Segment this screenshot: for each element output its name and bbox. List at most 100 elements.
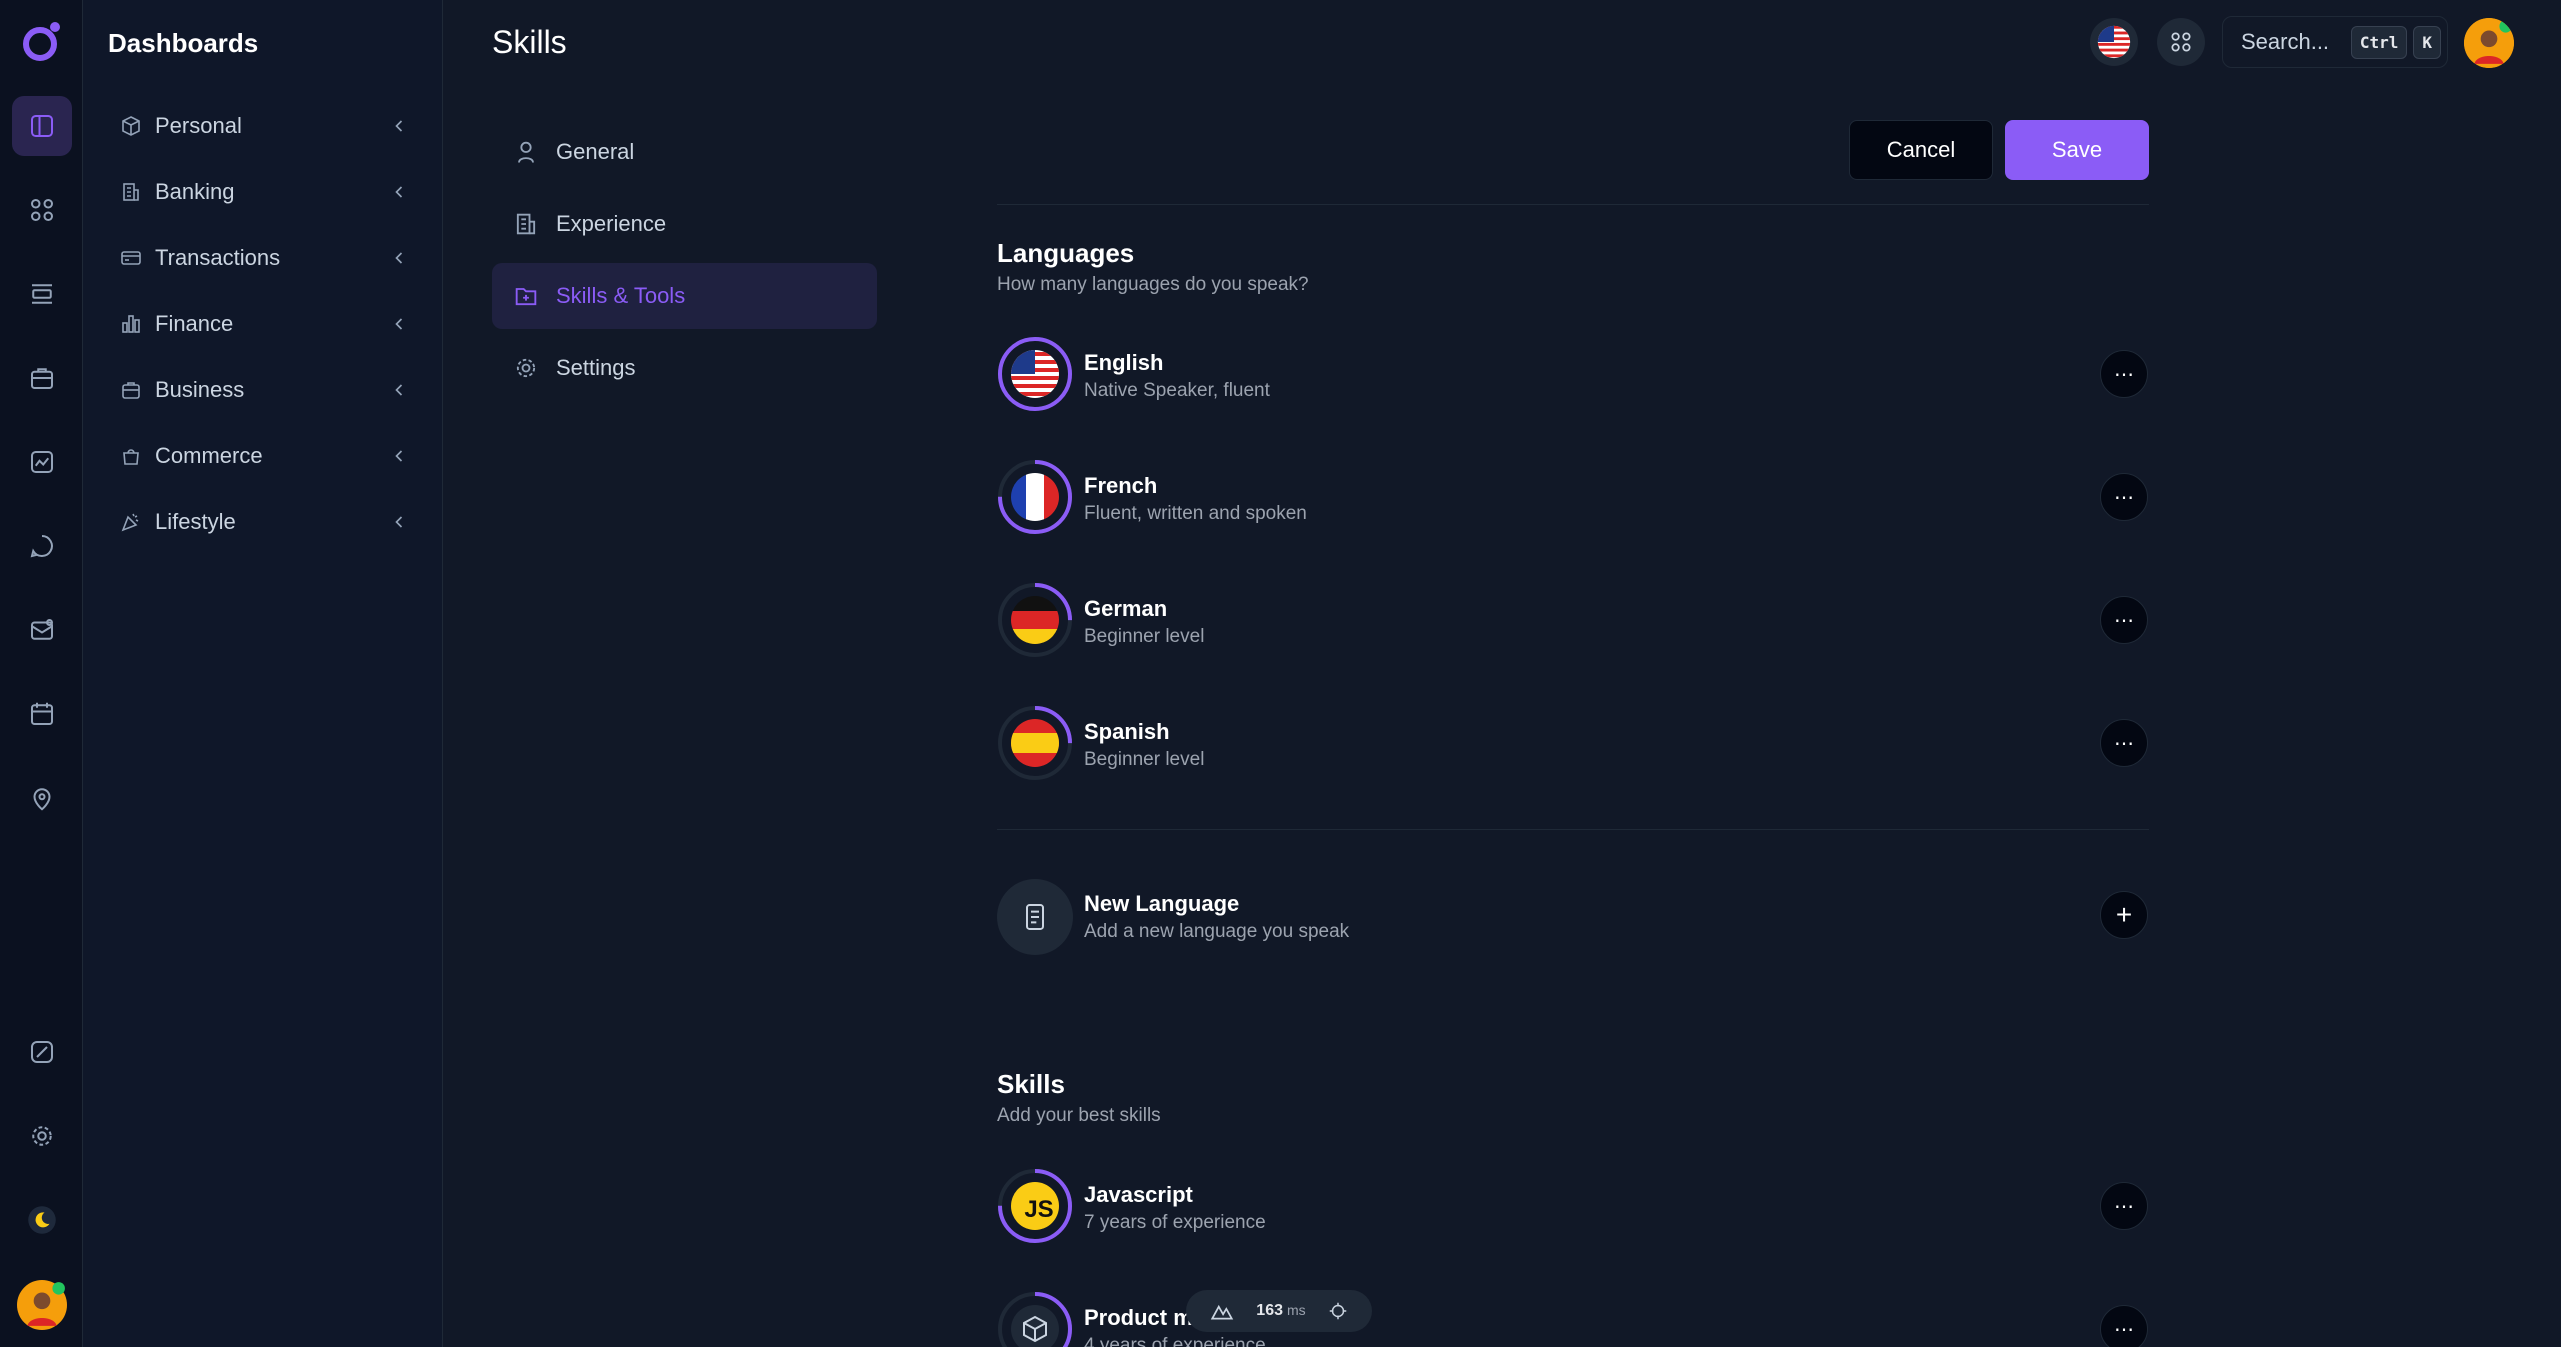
moon-icon[interactable] bbox=[12, 1190, 72, 1250]
language-row-french: French Fluent, written and spoken ⋯ bbox=[997, 459, 2149, 539]
chat-icon[interactable] bbox=[12, 516, 72, 576]
icon-rail bbox=[0, 0, 83, 1347]
skill-name: Product m bbox=[1084, 1305, 1193, 1330]
avatar[interactable] bbox=[2464, 18, 2514, 68]
divider bbox=[997, 829, 2149, 830]
more-options-button[interactable]: ⋯ bbox=[2100, 1305, 2148, 1347]
avatar[interactable] bbox=[12, 1275, 72, 1335]
search-input[interactable]: Search... Ctrl K bbox=[2222, 16, 2448, 68]
grid-icon[interactable] bbox=[12, 180, 72, 240]
devtools-badge[interactable]: 163 ms bbox=[1186, 1290, 1372, 1332]
language-name: German bbox=[1084, 596, 1168, 621]
sidebar-item-finance[interactable]: Finance bbox=[119, 299, 409, 349]
es-flag-icon bbox=[1011, 719, 1059, 767]
language-desc: Beginner level bbox=[1084, 626, 1205, 647]
progress-ring bbox=[997, 336, 1073, 412]
sidebar-item-business[interactable]: Business bbox=[119, 365, 409, 415]
language-name: Spanish bbox=[1084, 719, 1170, 744]
sidebar-item-transactions[interactable]: Transactions bbox=[119, 233, 409, 283]
sidebar-item-label: Business bbox=[155, 377, 245, 402]
more-options-button[interactable]: ⋯ bbox=[2100, 350, 2148, 398]
more-options-button[interactable]: ⋯ bbox=[2100, 596, 2148, 644]
basket-icon bbox=[123, 449, 139, 465]
crosshair-icon bbox=[1329, 1302, 1347, 1320]
briefcase-icon bbox=[122, 382, 140, 399]
analytics-icon[interactable] bbox=[12, 432, 72, 492]
page-title: Skills bbox=[492, 24, 567, 60]
languages-subtitle: How many languages do you speak? bbox=[997, 274, 1309, 295]
new-language-name: New Language bbox=[1084, 891, 1240, 916]
kbd-ctrl: Ctrl bbox=[2350, 25, 2408, 59]
languages-title: Languages bbox=[997, 238, 1135, 268]
gear-icon bbox=[516, 358, 536, 378]
chevron-left-icon bbox=[395, 384, 403, 396]
user-icon bbox=[518, 141, 534, 163]
sidebar-item-personal[interactable]: Personal bbox=[119, 101, 409, 151]
mail-icon[interactable] bbox=[12, 600, 72, 660]
building-icon bbox=[123, 183, 139, 201]
skill-row-product: Product m 4 years of experience ⋯ bbox=[997, 1291, 2149, 1347]
briefcase-icon[interactable] bbox=[12, 348, 72, 408]
brush-icon[interactable] bbox=[12, 1022, 72, 1082]
nav-experience[interactable]: Experience bbox=[492, 191, 877, 257]
sidebar-title: Dashboards bbox=[108, 28, 259, 58]
sidebar-item-banking[interactable]: Banking bbox=[119, 167, 409, 217]
kbd-k: K bbox=[2413, 25, 2441, 59]
skill-desc: 4 years of experience bbox=[1084, 1335, 1266, 1347]
skill-desc: 7 years of experience bbox=[1084, 1212, 1266, 1233]
sidebar-item-label: Lifestyle bbox=[155, 509, 236, 534]
new-language-row: New Language Add a new language you spea… bbox=[997, 877, 2149, 957]
more-options-button[interactable]: ⋯ bbox=[2100, 1182, 2148, 1230]
more-options-button[interactable]: ⋯ bbox=[2100, 719, 2148, 767]
language-flag-button[interactable] bbox=[2090, 18, 2138, 66]
chevron-left-icon bbox=[395, 252, 403, 264]
search-placeholder: Search... bbox=[2241, 29, 2330, 54]
sidebar: Dashboards Personal Banking Transactions… bbox=[83, 0, 443, 1347]
skills-subtitle: Add your best skills bbox=[997, 1105, 1161, 1126]
language-name: French bbox=[1084, 473, 1158, 498]
more-options-button[interactable]: ⋯ bbox=[2100, 473, 2148, 521]
progress-ring bbox=[997, 1291, 1073, 1347]
language-row-spanish: Spanish Beginner level ⋯ bbox=[997, 705, 2149, 785]
card-icon bbox=[121, 251, 141, 265]
logo-icon[interactable] bbox=[18, 18, 66, 66]
map-pin-icon[interactable] bbox=[12, 768, 72, 828]
chevron-left-icon bbox=[395, 516, 403, 528]
language-desc: Native Speaker, fluent bbox=[1084, 380, 1270, 401]
nav-skills-tools[interactable]: Skills & Tools bbox=[492, 263, 877, 329]
save-button[interactable]: Save bbox=[2005, 120, 2149, 180]
progress-ring bbox=[997, 705, 1073, 781]
calendar-icon[interactable] bbox=[12, 684, 72, 744]
language-desc: Fluent, written and spoken bbox=[1084, 503, 1307, 524]
building-icon bbox=[516, 213, 536, 235]
sidebar-item-label: Personal bbox=[155, 113, 242, 138]
chevron-left-icon bbox=[395, 186, 403, 198]
sidebar-item-label: Finance bbox=[155, 311, 234, 336]
us-flag-icon bbox=[1011, 350, 1059, 398]
skills-title: Skills bbox=[997, 1069, 1065, 1099]
nav-general[interactable]: General bbox=[492, 119, 877, 185]
sidebar-item-label: Transactions bbox=[155, 245, 281, 270]
nav-settings[interactable]: Settings bbox=[492, 335, 877, 401]
us-flag-icon bbox=[2097, 25, 2131, 59]
apps-grid-button[interactable] bbox=[2157, 18, 2205, 66]
chevron-left-icon bbox=[395, 450, 403, 462]
add-language-button[interactable]: + bbox=[2100, 891, 2148, 939]
progress-ring bbox=[997, 459, 1073, 535]
gear-icon[interactable] bbox=[12, 1106, 72, 1166]
language-row-english: English Native Speaker, fluent ⋯ bbox=[997, 336, 2149, 416]
language-desc: Beginner level bbox=[1084, 749, 1205, 770]
cancel-button[interactable]: Cancel bbox=[1849, 120, 1993, 180]
sidebar-item-lifestyle[interactable]: Lifestyle bbox=[119, 497, 409, 547]
fr-flag-icon bbox=[1011, 473, 1059, 521]
nuxt-icon bbox=[1210, 1304, 1233, 1320]
layout-icon[interactable] bbox=[12, 264, 72, 324]
svg-text:JS: JS bbox=[1024, 1196, 1053, 1223]
chart-icon bbox=[122, 315, 140, 333]
progress-ring: JS bbox=[997, 1168, 1073, 1244]
de-flag-icon bbox=[1011, 596, 1059, 644]
sidebar-item-commerce[interactable]: Commerce bbox=[119, 431, 409, 481]
document-icon bbox=[997, 879, 1073, 955]
cube-icon bbox=[122, 116, 140, 136]
sidebar-toggle-icon[interactable] bbox=[12, 96, 72, 156]
